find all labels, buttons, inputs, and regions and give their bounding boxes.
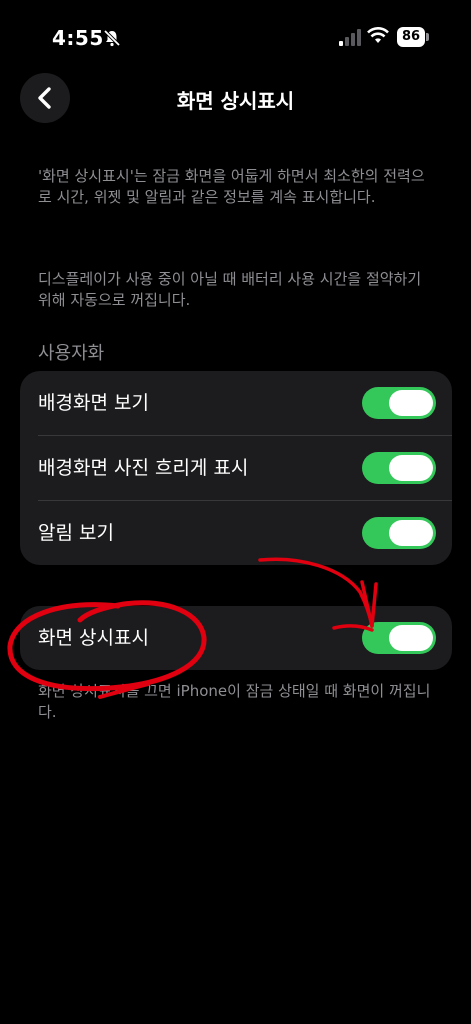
row-label: 화면 상시표시: [38, 627, 149, 649]
row-label: 배경화면 사진 흐리게 표시: [38, 457, 249, 479]
always-on-group: 화면 상시표시: [20, 606, 452, 670]
toggle-knob: [389, 625, 433, 651]
status-bar: 4:55 86: [0, 0, 471, 76]
toggle-blur-wallpaper[interactable]: [362, 452, 436, 484]
toggle-knob: [389, 390, 433, 416]
row-show-notifications[interactable]: 알림 보기: [20, 501, 452, 565]
row-label: 배경화면 보기: [38, 392, 149, 414]
row-blur-wallpaper[interactable]: 배경화면 사진 흐리게 표시: [20, 436, 452, 500]
toggle-show-notifications[interactable]: [362, 517, 436, 549]
description-intro: '화면 상시표시'는 잠금 화면을 어둡게 하면서 최소한의 전력으로 시간, …: [38, 167, 425, 206]
toggle-knob: [389, 455, 433, 481]
row-always-on-display[interactable]: 화면 상시표시: [20, 606, 452, 670]
row-label: 알림 보기: [38, 522, 114, 544]
toggle-knob: [389, 520, 433, 546]
section-header-customization: 사용자화: [38, 343, 105, 364]
signal-icon: [339, 29, 361, 46]
battery-tip: [426, 33, 429, 41]
status-time: 4:55: [52, 26, 104, 50]
battery-icon: 86: [397, 27, 425, 47]
page-title: 화면 상시표시: [176, 89, 295, 113]
customization-group: 배경화면 보기 배경화면 사진 흐리게 표시 알림 보기: [20, 371, 452, 565]
wifi-icon: [367, 27, 389, 43]
bell-slash-icon: [103, 29, 121, 47]
battery-level: 86: [401, 29, 421, 44]
toggle-always-on-display[interactable]: [362, 622, 436, 654]
description-battery: 디스플레이가 사용 중이 아닐 때 배터리 사용 시간을 절약하기 위해 자동으…: [38, 270, 422, 309]
footer-note: 화면 상시표시를 끄면 iPhone이 잠금 상태일 때 화면이 꺼집니다.: [38, 682, 431, 721]
toggle-show-wallpaper[interactable]: [362, 387, 436, 419]
row-show-wallpaper[interactable]: 배경화면 보기: [20, 371, 452, 435]
